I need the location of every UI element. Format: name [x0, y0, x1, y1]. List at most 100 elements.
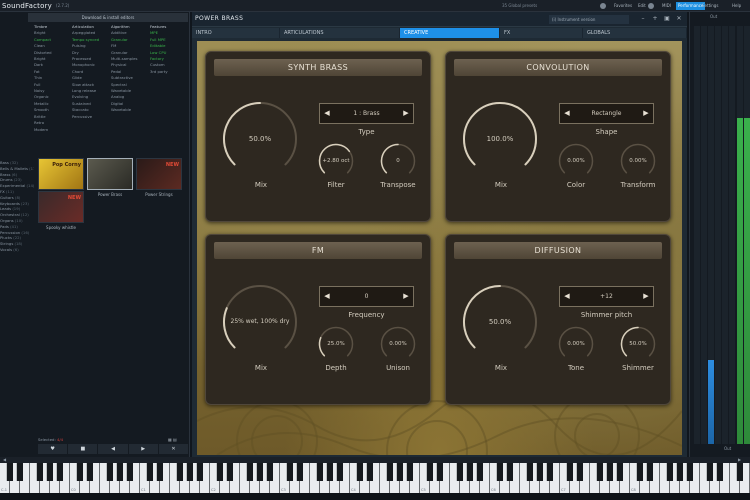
filter-item[interactable]: Wavetable — [111, 107, 137, 113]
chevron-left-icon[interactable]: ◀ — [321, 287, 333, 306]
convolution-knob-b[interactable]: 0.00% — [620, 143, 656, 179]
black-key[interactable] — [6, 463, 13, 481]
chevron-left-icon[interactable]: ◀ — [321, 104, 333, 123]
black-key[interactable] — [546, 463, 553, 481]
black-key[interactable] — [156, 463, 163, 481]
diffusion-knob-b[interactable]: 50.0% — [620, 326, 656, 362]
black-key[interactable] — [216, 463, 223, 481]
fm-selector-value[interactable]: 0 — [334, 287, 399, 306]
black-key[interactable] — [716, 463, 723, 481]
black-key[interactable] — [246, 463, 253, 481]
chevron-right-icon[interactable]: ▶ — [400, 287, 412, 306]
black-key[interactable] — [466, 463, 473, 481]
black-key[interactable] — [536, 463, 543, 481]
convolution-mix-knob[interactable]: 100.0% — [462, 101, 538, 177]
preset-tile[interactable]: NEW Power Strings — [136, 158, 182, 200]
close-icon[interactable]: ✕ — [675, 15, 683, 23]
black-key[interactable] — [676, 463, 683, 481]
black-key[interactable] — [396, 463, 403, 481]
black-key[interactable] — [116, 463, 123, 481]
settings-menu[interactable]: Settings — [700, 2, 720, 10]
synth-brass-selector-value[interactable]: 1 : Brass — [334, 104, 399, 123]
chevron-right-icon[interactable]: ▶ — [640, 104, 652, 123]
fm-mix-knob[interactable]: 25% wet, 100% dry — [222, 284, 298, 360]
black-key[interactable] — [36, 463, 43, 481]
download-editors-banner[interactable]: Download & install editors — [28, 13, 188, 22]
black-key[interactable] — [326, 463, 333, 481]
save-icon[interactable]: ▣ — [663, 15, 671, 23]
black-key[interactable] — [666, 463, 673, 481]
black-key[interactable] — [316, 463, 323, 481]
clear-filter-button[interactable]: ✕ — [158, 444, 189, 454]
black-key[interactable] — [226, 463, 233, 481]
preset-tile[interactable]: Power Brass — [87, 158, 133, 200]
black-key[interactable] — [366, 463, 373, 481]
tab-creative[interactable]: CREATIVE — [400, 28, 500, 38]
chevron-right-icon[interactable]: ▶ — [400, 104, 412, 123]
black-key[interactable] — [476, 463, 483, 481]
piano-keyboard[interactable]: C-1 C0 C1 C2 C3 C4 C5 C6 C7 C8 — [0, 463, 750, 500]
filter-item[interactable]: Arpeggiated — [72, 30, 99, 36]
black-key[interactable] — [256, 463, 263, 481]
black-key[interactable] — [426, 463, 433, 481]
black-key[interactable] — [646, 463, 653, 481]
black-key[interactable] — [506, 463, 513, 481]
black-key[interactable] — [356, 463, 363, 481]
scroll-right-icon[interactable]: ▶ — [738, 457, 741, 462]
diffusion-selector-value[interactable]: +12 — [574, 287, 639, 306]
black-key[interactable] — [576, 463, 583, 481]
black-key[interactable] — [706, 463, 713, 481]
stop-button[interactable]: ■ — [68, 444, 98, 454]
next-preset-button[interactable]: ▶ — [128, 444, 158, 454]
synth-brass-mix-knob[interactable]: 50.0% — [222, 101, 298, 177]
black-key[interactable] — [566, 463, 573, 481]
scroll-left-icon[interactable]: ◀ — [3, 457, 6, 462]
black-key[interactable] — [126, 463, 133, 481]
tab-fx[interactable]: FX — [500, 28, 583, 38]
black-key[interactable] — [56, 463, 63, 481]
black-key[interactable] — [296, 463, 303, 481]
diffusion-mix-knob[interactable]: 50.0% — [462, 284, 538, 360]
black-key[interactable] — [146, 463, 153, 481]
gear-icon[interactable] — [648, 3, 654, 9]
midi-menu[interactable]: MIDI — [660, 2, 673, 10]
synth-brass-knob-a[interactable]: +2.80 oct — [318, 143, 354, 179]
black-key[interactable] — [606, 463, 613, 481]
tab-globals[interactable]: GLOBALS — [583, 28, 687, 38]
black-key[interactable] — [686, 463, 693, 481]
black-key[interactable] — [286, 463, 293, 481]
black-key[interactable] — [436, 463, 443, 481]
chevron-left-icon[interactable]: ◀ — [561, 104, 573, 123]
chevron-left-icon[interactable]: ◀ — [561, 287, 573, 306]
preset-tile[interactable]: NEW Spooky whistle — [38, 191, 84, 233]
black-key[interactable] — [336, 463, 343, 481]
minus-icon[interactable]: – — [639, 15, 647, 23]
tab-articulations[interactable]: ARTICULATIONS — [280, 28, 400, 38]
convolution-knob-a[interactable]: 0.00% — [558, 143, 594, 179]
fm-knob-a[interactable]: 25.0% — [318, 326, 354, 362]
black-key[interactable] — [386, 463, 393, 481]
black-key[interactable] — [176, 463, 183, 481]
black-key[interactable] — [616, 463, 623, 481]
previous-preset-button[interactable]: ◀ — [98, 444, 128, 454]
chevron-right-icon[interactable]: ▶ — [640, 287, 652, 306]
filter-item[interactable]: 3rd party — [150, 69, 168, 75]
black-key[interactable] — [456, 463, 463, 481]
black-key[interactable] — [106, 463, 113, 481]
favorites-menu[interactable]: Favorites — [612, 2, 634, 10]
help-menu[interactable]: Help — [730, 2, 743, 10]
black-key[interactable] — [46, 463, 53, 481]
black-key[interactable] — [406, 463, 413, 481]
black-key[interactable] — [196, 463, 203, 481]
black-key[interactable] — [636, 463, 643, 481]
convolution-selector-value[interactable]: Rectangle — [574, 104, 639, 123]
black-key[interactable] — [496, 463, 503, 481]
filter-item[interactable]: Modern — [34, 127, 52, 133]
plus-icon[interactable]: + — [651, 15, 659, 23]
edit-menu[interactable]: Edit — [636, 2, 648, 10]
black-key[interactable] — [16, 463, 23, 481]
synth-brass-knob-b[interactable]: 0 — [380, 143, 416, 179]
keyboard-keys[interactable]: C-1 C0 C1 C2 C3 C4 C5 C6 C7 C8 — [0, 463, 750, 500]
filter-item[interactable]: Editable — [150, 43, 168, 49]
black-key[interactable] — [266, 463, 273, 481]
